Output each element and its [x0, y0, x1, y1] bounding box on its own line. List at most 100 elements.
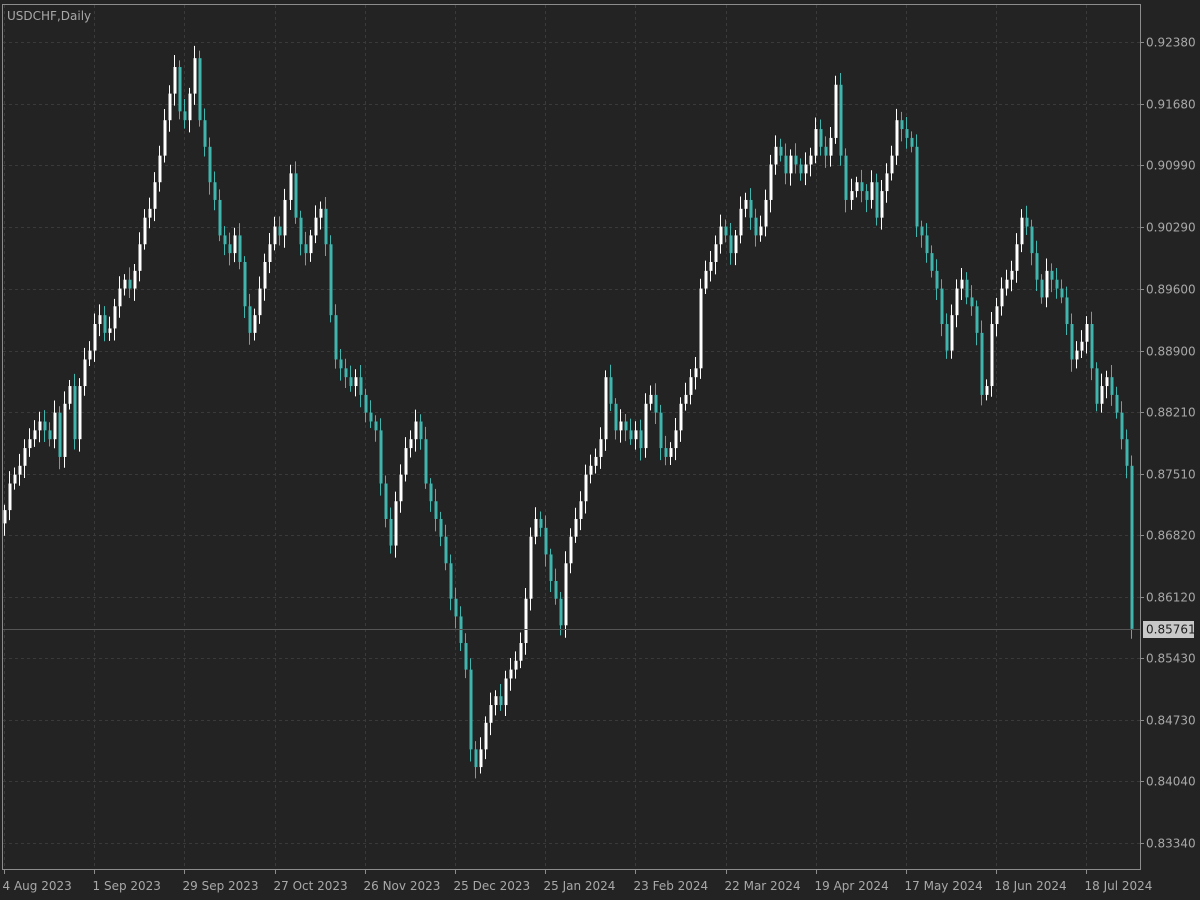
- candle-body[interactable]: [103, 315, 107, 333]
- candle-body[interactable]: [474, 749, 478, 768]
- candle-body[interactable]: [3, 510, 7, 524]
- candle-body[interactable]: [283, 199, 287, 236]
- candle-body[interactable]: [684, 394, 688, 404]
- candle-body[interactable]: [118, 288, 122, 307]
- candle-body[interactable]: [744, 199, 748, 209]
- candle-body[interactable]: [574, 518, 578, 537]
- candle-body[interactable]: [299, 217, 303, 245]
- candle-body[interactable]: [514, 660, 518, 670]
- candle-body[interactable]: [614, 403, 618, 431]
- candle-body[interactable]: [985, 386, 989, 395]
- candle-body[interactable]: [28, 439, 32, 449]
- candle-body[interactable]: [208, 146, 212, 183]
- candle-body[interactable]: [278, 226, 282, 236]
- candle-body[interactable]: [659, 412, 663, 449]
- candle-body[interactable]: [794, 155, 798, 165]
- candle-body[interactable]: [809, 155, 813, 165]
- candle-body[interactable]: [734, 235, 738, 254]
- candle-body[interactable]: [539, 518, 543, 528]
- candle-body[interactable]: [629, 430, 633, 440]
- candle-body[interactable]: [880, 191, 884, 218]
- candle-body[interactable]: [609, 377, 613, 404]
- candle-body[interactable]: [829, 137, 833, 156]
- candle-body[interactable]: [113, 306, 117, 329]
- candle-body[interactable]: [1085, 324, 1089, 342]
- candle-body[interactable]: [108, 328, 112, 333]
- candle-body[interactable]: [188, 93, 192, 121]
- candle-body[interactable]: [424, 439, 428, 484]
- candle-body[interactable]: [834, 84, 838, 138]
- candle-body[interactable]: [379, 430, 383, 484]
- candle-body[interactable]: [93, 324, 97, 351]
- candle-body[interactable]: [1130, 465, 1134, 629]
- candle-body[interactable]: [48, 430, 52, 440]
- candle-body[interactable]: [654, 394, 658, 413]
- candle-body[interactable]: [419, 421, 423, 440]
- candle-body[interactable]: [454, 598, 458, 617]
- candle-body[interactable]: [484, 722, 488, 750]
- candle-body[interactable]: [784, 155, 788, 174]
- candle-body[interactable]: [865, 191, 869, 200]
- candle[interactable]: [990, 311, 994, 397]
- candle-body[interactable]: [243, 261, 247, 307]
- candle-body[interactable]: [1005, 279, 1009, 289]
- candle-body[interactable]: [369, 412, 373, 422]
- candle-body[interactable]: [709, 261, 713, 271]
- candle-body[interactable]: [344, 368, 348, 378]
- candle-body[interactable]: [8, 483, 12, 511]
- candle[interactable]: [604, 370, 608, 451]
- candle-body[interactable]: [915, 146, 919, 227]
- candle-body[interactable]: [329, 244, 333, 316]
- candle-body[interactable]: [925, 235, 929, 254]
- candle-body[interactable]: [1050, 270, 1054, 280]
- candle-body[interactable]: [779, 146, 783, 156]
- candle-body[interactable]: [714, 244, 718, 262]
- candle-body[interactable]: [890, 155, 894, 174]
- candle-body[interactable]: [529, 536, 533, 599]
- candle-body[interactable]: [875, 182, 879, 218]
- candle[interactable]: [980, 320, 984, 406]
- candle-body[interactable]: [519, 643, 523, 661]
- candle[interactable]: [915, 134, 919, 237]
- candle-body[interactable]: [704, 270, 708, 289]
- candle-body[interactable]: [839, 84, 843, 156]
- candle-body[interactable]: [449, 563, 453, 599]
- candle-body[interactable]: [1105, 377, 1109, 387]
- candle-body[interactable]: [819, 129, 823, 147]
- candle-body[interactable]: [248, 306, 252, 333]
- candle-body[interactable]: [489, 705, 493, 723]
- candle-body[interactable]: [218, 199, 222, 236]
- candle-body[interactable]: [43, 421, 47, 431]
- candle-body[interactable]: [143, 217, 147, 245]
- candle-body[interactable]: [404, 448, 408, 475]
- candle[interactable]: [469, 658, 473, 762]
- candle-body[interactable]: [153, 182, 157, 209]
- candle-body[interactable]: [128, 279, 132, 289]
- candle-body[interactable]: [995, 306, 999, 325]
- candle-body[interactable]: [183, 111, 187, 121]
- candle-body[interactable]: [524, 598, 528, 644]
- candle-body[interactable]: [258, 288, 262, 316]
- candle-body[interactable]: [18, 465, 22, 475]
- candle-body[interactable]: [905, 129, 909, 138]
- candle-body[interactable]: [799, 164, 803, 174]
- candle-body[interactable]: [78, 386, 82, 440]
- candle-body[interactable]: [324, 208, 328, 245]
- candle-body[interactable]: [589, 465, 593, 475]
- candle-body[interactable]: [554, 581, 558, 599]
- candle-body[interactable]: [173, 67, 177, 94]
- candle-body[interactable]: [885, 173, 889, 192]
- candle-body[interactable]: [163, 120, 167, 156]
- candle-body[interactable]: [33, 430, 37, 440]
- candle-body[interactable]: [1035, 253, 1039, 280]
- candle-body[interactable]: [68, 386, 72, 404]
- candle-body[interactable]: [619, 421, 623, 431]
- candle-body[interactable]: [749, 199, 753, 218]
- candle[interactable]: [839, 72, 843, 166]
- candle-body[interactable]: [213, 182, 217, 200]
- candle-body[interactable]: [870, 182, 874, 200]
- candle-body[interactable]: [1055, 279, 1059, 289]
- candle-body[interactable]: [1095, 368, 1099, 404]
- candle-body[interactable]: [38, 421, 42, 431]
- candle-body[interactable]: [860, 182, 864, 192]
